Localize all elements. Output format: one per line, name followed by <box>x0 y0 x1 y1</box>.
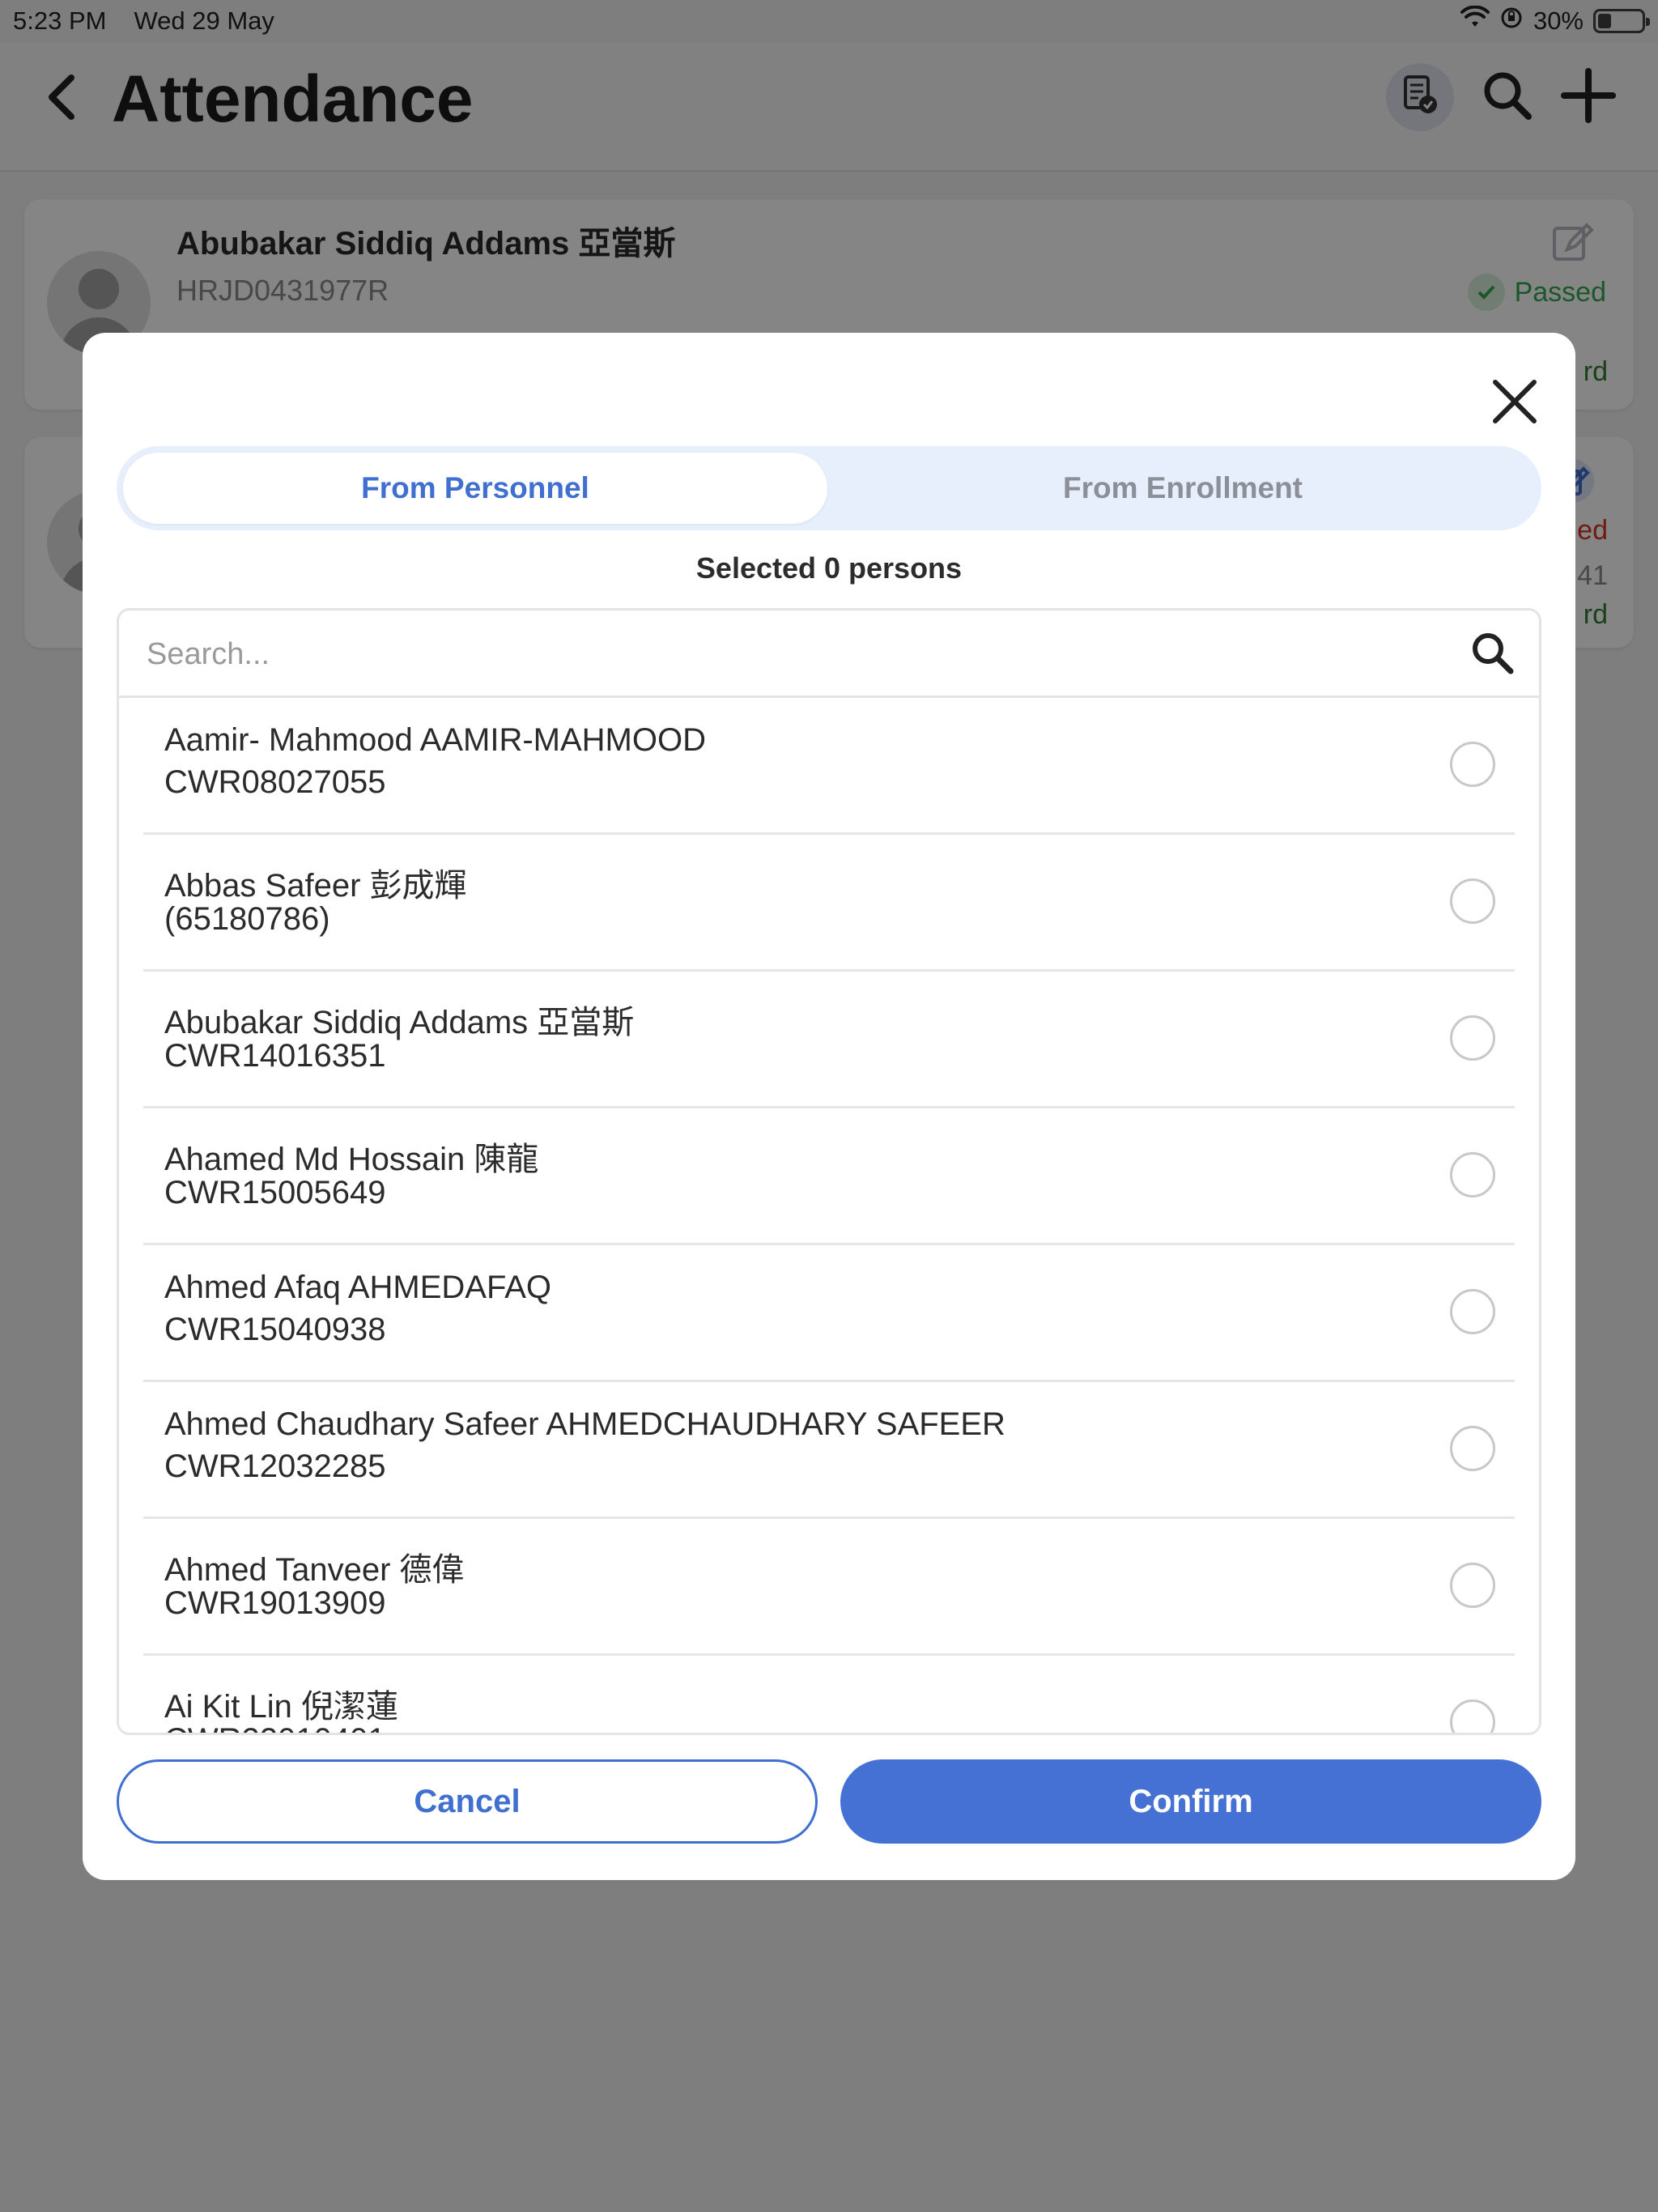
list-item[interactable]: Ahmed Tanveer 德偉 CWR19013909 <box>143 1519 1515 1656</box>
battery-percent: 30% <box>1533 6 1584 35</box>
person-name: Ai Kit Lin 倪潔蓮 <box>164 1689 398 1725</box>
list-item[interactable]: Ahamed Md Hossain 陳龍 CWR15005649 <box>143 1108 1515 1245</box>
battery-icon <box>1593 9 1650 33</box>
person-name: Aamir- Mahmood AAMIR-MAHMOOD <box>164 722 706 758</box>
person-picker: Aamir- Mahmood AAMIR-MAHMOOD CWR08027055… <box>117 608 1541 1735</box>
person-code: CWR12032285 <box>164 1448 386 1484</box>
person-list: Aamir- Mahmood AAMIR-MAHMOOD CWR08027055… <box>119 698 1539 1733</box>
select-persons-modal: From Personnel From Enrollment Selected … <box>83 333 1575 1880</box>
confirm-button[interactable]: Confirm <box>840 1759 1541 1844</box>
wifi-icon <box>1460 5 1490 36</box>
person-name: Ahmed Tanveer 德偉 <box>164 1552 465 1588</box>
person-name: Ahamed Md Hossain 陳龍 <box>164 1142 539 1177</box>
person-code: CWR22010401 <box>164 1722 386 1733</box>
person-code: CWR08027055 <box>164 764 386 800</box>
status-date: Wed 29 May <box>134 6 274 35</box>
list-item[interactable]: Abbas Safeer 彭成輝 (65180786) <box>143 835 1515 972</box>
list-item[interactable]: Ahmed Chaudhary Safeer AHMEDCHAUDHARY SA… <box>143 1382 1515 1519</box>
select-radio[interactable] <box>1450 1015 1495 1061</box>
close-button[interactable] <box>1485 373 1545 433</box>
close-icon <box>1492 379 1537 428</box>
select-radio[interactable] <box>1450 878 1495 924</box>
selected-count: Selected 0 persons <box>695 551 963 585</box>
status-time: 5:23 PM <box>13 6 107 35</box>
select-radio[interactable] <box>1450 1563 1495 1608</box>
source-segmented-control: From Personnel From Enrollment <box>117 446 1541 530</box>
person-code: CWR15005649 <box>164 1175 386 1210</box>
select-radio[interactable] <box>1450 1152 1495 1197</box>
status-bar: 5:23 PM Wed 29 May 30% <box>0 0 1658 42</box>
person-code: CWR14016351 <box>164 1038 386 1074</box>
tab-from-personnel[interactable]: From Personnel <box>123 453 827 524</box>
select-radio[interactable] <box>1450 1289 1495 1334</box>
search-icon <box>1469 630 1515 679</box>
person-code: CWR19013909 <box>164 1585 386 1621</box>
list-item[interactable]: Ai Kit Lin 倪潔蓮 CWR22010401 <box>143 1656 1515 1733</box>
list-item[interactable]: Ahmed Afaq AHMEDAFAQ CWR15040938 <box>143 1245 1515 1382</box>
select-radio[interactable] <box>1450 1699 1495 1733</box>
cancel-button[interactable]: Cancel <box>117 1759 818 1844</box>
person-name: Ahmed Afaq AHMEDAFAQ <box>164 1270 551 1305</box>
tab-from-enrollment[interactable]: From Enrollment <box>831 453 1535 524</box>
person-code: (65180786) <box>164 901 330 937</box>
battery-fill <box>1598 14 1611 28</box>
person-name: Abbas Safeer 彭成輝 <box>164 868 467 904</box>
person-name: Ahmed Chaudhary Safeer AHMEDCHAUDHARY SA… <box>164 1406 1005 1442</box>
person-name: Abubakar Siddiq Addams 亞當斯 <box>164 1005 635 1040</box>
orientation-lock-icon <box>1499 6 1524 36</box>
search-input[interactable] <box>147 630 1409 678</box>
list-item[interactable]: Aamir- Mahmood AAMIR-MAHMOOD CWR08027055 <box>143 698 1515 835</box>
select-radio[interactable] <box>1450 742 1495 787</box>
list-item[interactable]: Abubakar Siddiq Addams 亞當斯 CWR14016351 <box>143 972 1515 1108</box>
search-bar <box>119 610 1539 698</box>
select-radio[interactable] <box>1450 1426 1495 1471</box>
person-code: CWR15040938 <box>164 1312 386 1347</box>
search-button[interactable] <box>1468 630 1516 678</box>
